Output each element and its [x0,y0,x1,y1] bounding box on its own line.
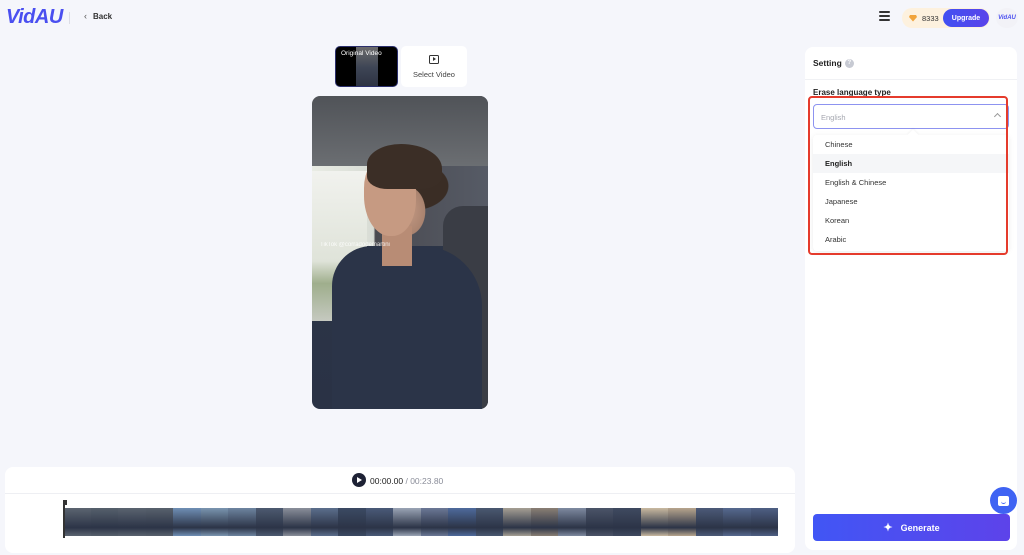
timeline-frame [90,508,118,536]
timeline-frame [640,508,668,536]
timeline-frame [118,508,146,536]
video-source-tabs: Original Video Select Video [335,46,467,87]
timeline-frame [585,508,613,536]
help-icon[interactable]: ? [844,58,854,68]
chevron-up-icon [993,112,1002,121]
timeline-frame [173,508,201,536]
language-dropdown-menu: Chinese English English & Chinese Japanese K… [813,135,1009,251]
timeline-frame [338,508,366,536]
credits-count: 8333 [922,13,939,23]
sparkle-icon: ✦ [883,522,893,534]
timeline-frame [145,508,173,536]
timeline-frame [558,508,586,536]
timeline-frame [668,508,696,536]
timeline-frames[interactable] [63,508,778,536]
timeline-frame [63,508,91,536]
language-option[interactable]: Arabic [813,230,1009,249]
chat-icon [998,495,1009,506]
timeline-frame [255,508,283,536]
playback-time: 00:00.00 / 00:23.80 [370,476,443,486]
language-option[interactable]: Korean [813,211,1009,230]
vidau-logo[interactable]: VidAU [6,6,63,29]
timeline-frame [723,508,751,536]
settings-title-text: Setting [813,58,842,68]
video-scene-hair [367,144,442,189]
top-bar: VidAU ‹ Back 8333 Upgrade VidAU [0,0,1024,36]
select-video-button[interactable]: Select Video [401,46,467,87]
timeline-frame [448,508,476,536]
timeline-frame [475,508,503,536]
user-avatar[interactable]: VidAU [996,8,1018,28]
credits-badge: 8333 Upgrade [902,8,990,28]
language-option[interactable]: English & Chinese [813,173,1009,192]
selected-language: English [821,113,846,122]
timeline-frame [613,508,641,536]
current-time: 00:00.00 [370,476,404,486]
timeline-playhead[interactable] [63,500,67,538]
timeline-panel: 00:00.00 / 00:23.80 [5,467,795,553]
timeline-frame [200,508,228,536]
task-list-icon[interactable] [879,11,890,23]
generate-button[interactable]: ✦ Generate [813,514,1010,541]
timeline-frame [695,508,723,536]
video-watermark: TikTok @corradodemartini [320,242,390,248]
settings-title: Setting ? [813,58,854,68]
timeline-frame [750,508,778,536]
chevron-left-icon: ‹ [84,11,87,21]
timeline-frame [310,508,338,536]
gem-icon [909,14,917,22]
total-time: 00:23.80 [410,476,444,486]
settings-panel: Setting ? Erase language type English Ch… [805,47,1017,550]
erase-language-select[interactable]: English [813,104,1009,129]
generate-label: Generate [900,522,940,533]
language-option[interactable]: English [813,154,1009,173]
timeline-frame [365,508,393,536]
language-option[interactable]: Chinese [813,135,1009,154]
original-video-label: Original Video [341,50,382,57]
timeline-frame [420,508,448,536]
back-label: Back [93,11,113,21]
timeline-frame [503,508,531,536]
select-video-label: Select Video [413,69,455,79]
timeline-frame [530,508,558,536]
timeline-frame [228,508,256,536]
language-option[interactable]: Japanese [813,192,1009,211]
video-preview[interactable]: TikTok @corradodemartini [312,96,488,409]
timeline-header: 00:00.00 / 00:23.80 [5,467,795,494]
tab-original-video[interactable]: Original Video [335,46,398,87]
settings-divider [805,79,1017,80]
timeline-frame [283,508,311,536]
play-button[interactable] [352,473,366,487]
erase-language-label: Erase language type [813,88,891,97]
timeline-frame [393,508,421,536]
video-scene-shirt [332,246,482,409]
upgrade-button[interactable]: Upgrade [943,9,989,27]
video-play-icon [429,54,439,64]
chat-support-button[interactable] [990,487,1017,514]
header-divider [69,12,70,24]
back-button[interactable]: ‹ Back [84,11,112,21]
